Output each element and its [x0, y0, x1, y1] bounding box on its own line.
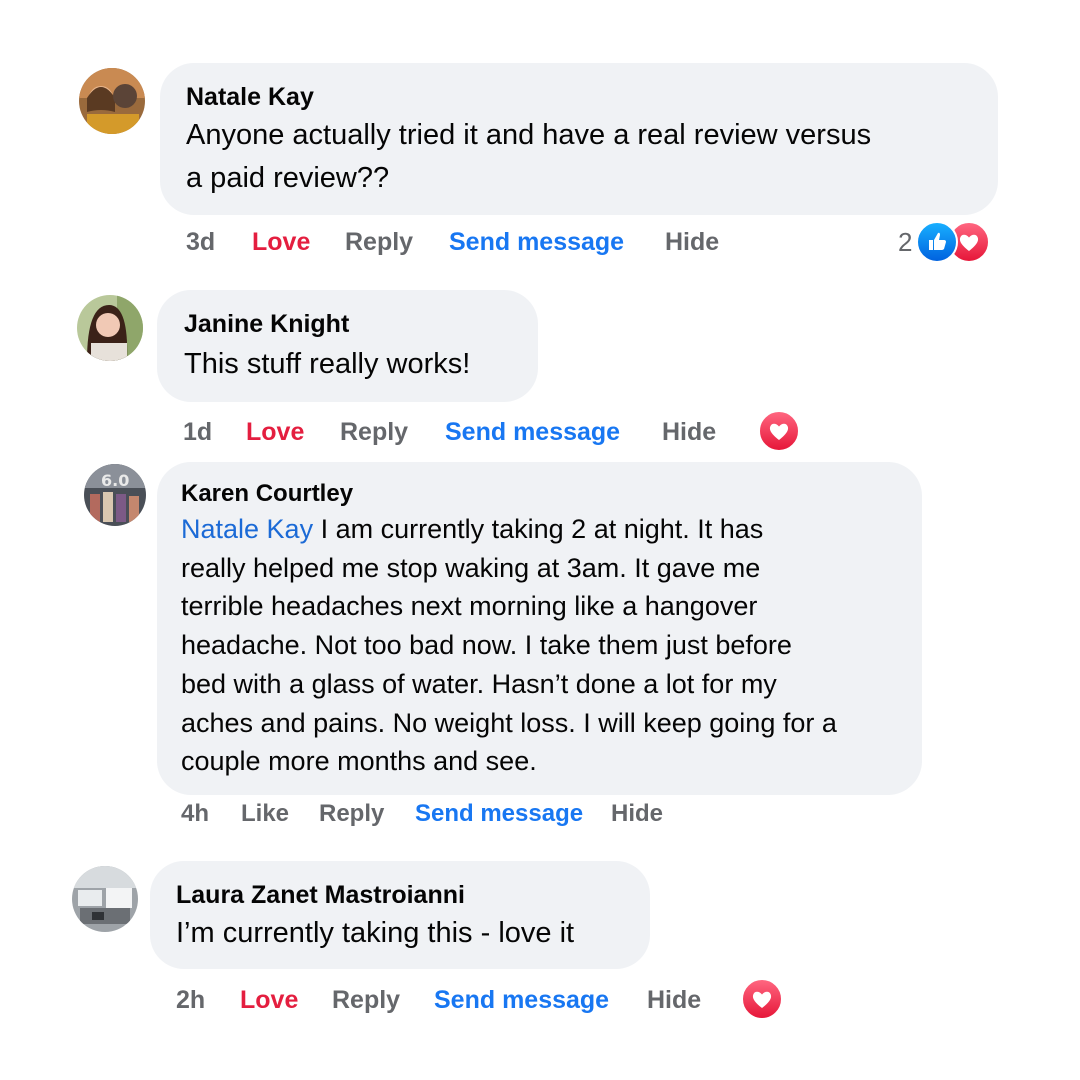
love-button[interactable]: Love: [246, 412, 304, 452]
comment-line: Anyone actually tried it and have a real…: [186, 119, 872, 151]
comment-bubble: Natale Kay Anyone actually tried it and …: [160, 63, 998, 215]
love-button[interactable]: Love: [240, 980, 298, 1020]
avatar[interactable]: [72, 866, 138, 932]
reply-button[interactable]: Reply: [340, 412, 408, 452]
heart-icon[interactable]: [758, 410, 800, 452]
avatar[interactable]: 6.0: [84, 464, 146, 526]
comment-actions: 4h Like Reply Send message Hide: [181, 794, 701, 834]
comment-text: This stuff really works!: [184, 343, 470, 386]
author-name[interactable]: Karen Courtley: [181, 480, 353, 508]
comment-line: headache. Not too bad now. I take them j…: [181, 630, 792, 661]
comment-line: a paid review??: [186, 162, 390, 194]
comment-text: Natale Kay I am currently taking 2 at ni…: [181, 510, 911, 781]
author-name[interactable]: Janine Knight: [184, 310, 349, 339]
send-message-button[interactable]: Send message: [415, 794, 583, 834]
comment-text: I’m currently taking this - love it: [176, 912, 574, 955]
comment-text: Anyone actually tried it and have a real…: [186, 114, 871, 200]
comment-bubble: Karen Courtley Natale Kay I am currently…: [157, 462, 922, 795]
heart-icon[interactable]: [741, 978, 783, 1020]
comment-bubble: Laura Zanet Mastroianni I’m currently ta…: [150, 861, 650, 969]
timestamp[interactable]: 1d: [183, 412, 212, 452]
comment-line: Natale Kay I am currently taking 2 at ni…: [181, 510, 911, 549]
comment-line: bed with a glass of water. Hasn’t done a…: [181, 668, 777, 699]
reaction-count: 2: [898, 227, 913, 257]
avatar[interactable]: [79, 68, 145, 134]
svg-text:6.0: 6.0: [101, 471, 129, 490]
like-button[interactable]: Like: [241, 794, 289, 834]
comment-line: This stuff really works!: [184, 348, 471, 380]
reply-button[interactable]: Reply: [319, 794, 384, 834]
send-message-button[interactable]: Send message: [434, 980, 609, 1020]
avatar[interactable]: [77, 295, 143, 361]
send-message-button[interactable]: Send message: [445, 412, 620, 452]
comment-line: really helped me stop waking at 3am. It …: [181, 552, 761, 583]
timestamp[interactable]: 3d: [186, 222, 215, 262]
comment-actions: 2h Love Reply Send message Hide: [176, 978, 816, 1020]
reaction-summary[interactable]: 2: [898, 221, 998, 263]
hide-button[interactable]: Hide: [665, 222, 719, 262]
love-button[interactable]: Love: [252, 222, 310, 262]
thumbs-up-icon: [916, 221, 958, 263]
comment-line: couple more months and see.: [181, 746, 537, 777]
comment-actions: 1d Love Reply Send message Hide: [183, 410, 823, 452]
hide-button[interactable]: Hide: [647, 980, 701, 1020]
timestamp[interactable]: 4h: [181, 794, 209, 834]
comment-bubble: Janine Knight This stuff really works!: [157, 290, 538, 402]
mention-link[interactable]: Natale Kay: [181, 514, 313, 544]
send-message-button[interactable]: Send message: [449, 222, 624, 262]
hide-button[interactable]: Hide: [662, 412, 716, 452]
comment-line: I’m currently taking this - love it: [176, 917, 575, 949]
comment-line: terrible headaches next morning like a h…: [181, 591, 758, 622]
reply-button[interactable]: Reply: [345, 222, 413, 262]
comment-line: aches and pains. No weight loss. I will …: [181, 707, 837, 738]
hide-button[interactable]: Hide: [611, 794, 663, 834]
author-name[interactable]: Natale Kay: [186, 83, 314, 112]
comment-actions: 3d Love Reply Send message Hide 2: [186, 221, 1006, 263]
comment-line-rest: I am currently taking 2 at night. It has: [313, 514, 764, 544]
reply-button[interactable]: Reply: [332, 980, 400, 1020]
author-name[interactable]: Laura Zanet Mastroianni: [176, 881, 465, 910]
timestamp[interactable]: 2h: [176, 980, 205, 1020]
